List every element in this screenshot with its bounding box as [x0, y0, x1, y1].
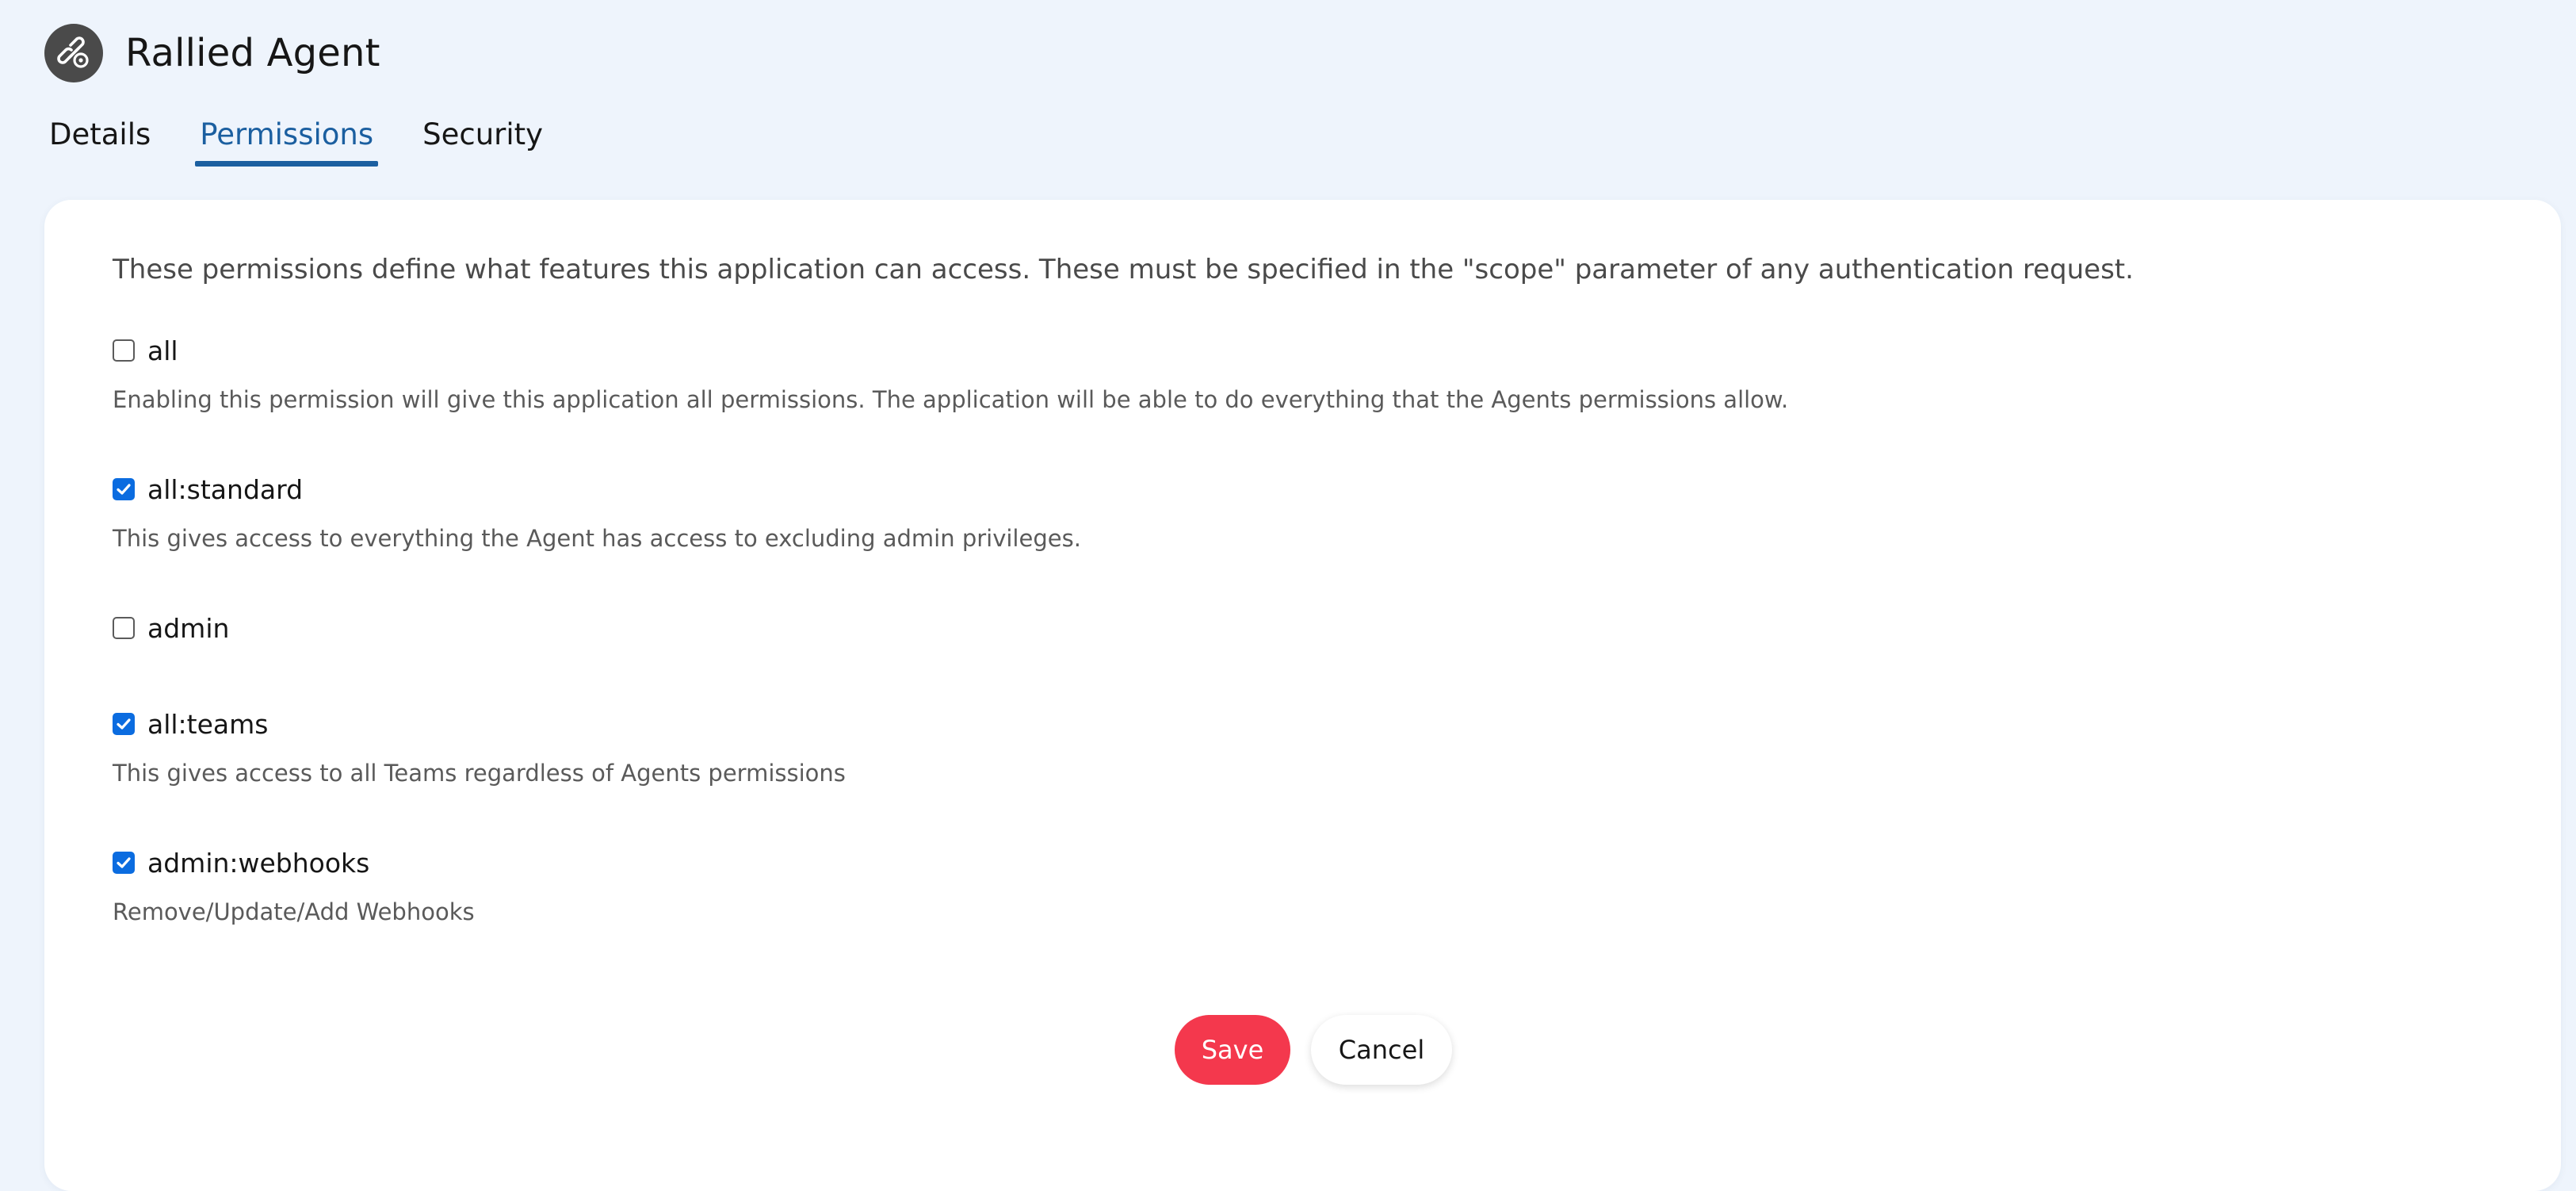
- save-button[interactable]: Save: [1175, 1015, 1290, 1085]
- checkmark-icon: [117, 484, 131, 495]
- permission-item-admin-webhooks: admin:webhooks Remove/Update/Add Webhook…: [113, 843, 475, 925]
- tab-bar: Details Permissions Security: [44, 111, 548, 168]
- permission-description: Enabling this permission will give this …: [113, 386, 1789, 413]
- permission-checkbox-all[interactable]: [113, 339, 135, 362]
- permission-checkbox-admin[interactable]: [113, 617, 135, 639]
- permission-checkbox-all-teams[interactable]: [113, 713, 135, 735]
- permissions-card: These permissions define what features t…: [44, 200, 2561, 1191]
- app-header: Rallied Agent: [44, 24, 380, 82]
- permission-name: admin:webhooks: [147, 847, 370, 879]
- permission-item-all-standard: all:standard This gives access to everyt…: [113, 469, 1081, 552]
- permission-name: all: [147, 335, 178, 366]
- checkmark-icon: [117, 857, 131, 868]
- permission-item-all: all Enabling this permission will give t…: [113, 331, 1788, 413]
- tab-permissions[interactable]: Permissions: [195, 111, 378, 167]
- cancel-button[interactable]: Cancel: [1311, 1015, 1452, 1085]
- permission-checkbox-all-standard[interactable]: [113, 478, 135, 500]
- permission-name: admin: [147, 612, 230, 644]
- permission-description: Remove/Update/Add Webhooks: [113, 898, 475, 925]
- link-gear-icon: [44, 24, 103, 82]
- permission-name: all:teams: [147, 708, 269, 740]
- permission-name: all:standard: [147, 473, 304, 505]
- permission-item-all-teams: all:teams This gives access to all Teams…: [113, 704, 846, 787]
- permission-checkbox-admin-webhooks[interactable]: [113, 852, 135, 874]
- permissions-intro: These permissions define what features t…: [113, 254, 2134, 285]
- form-actions: Save Cancel: [1175, 1015, 1452, 1085]
- checkmark-icon: [117, 718, 131, 730]
- tab-security[interactable]: Security: [418, 111, 548, 160]
- tab-details[interactable]: Details: [44, 111, 155, 160]
- permission-description: This gives access to everything the Agen…: [113, 525, 1081, 552]
- permission-description: This gives access to all Teams regardles…: [113, 760, 846, 787]
- permission-item-admin: admin: [113, 608, 229, 664]
- app-title: Rallied Agent: [125, 31, 380, 75]
